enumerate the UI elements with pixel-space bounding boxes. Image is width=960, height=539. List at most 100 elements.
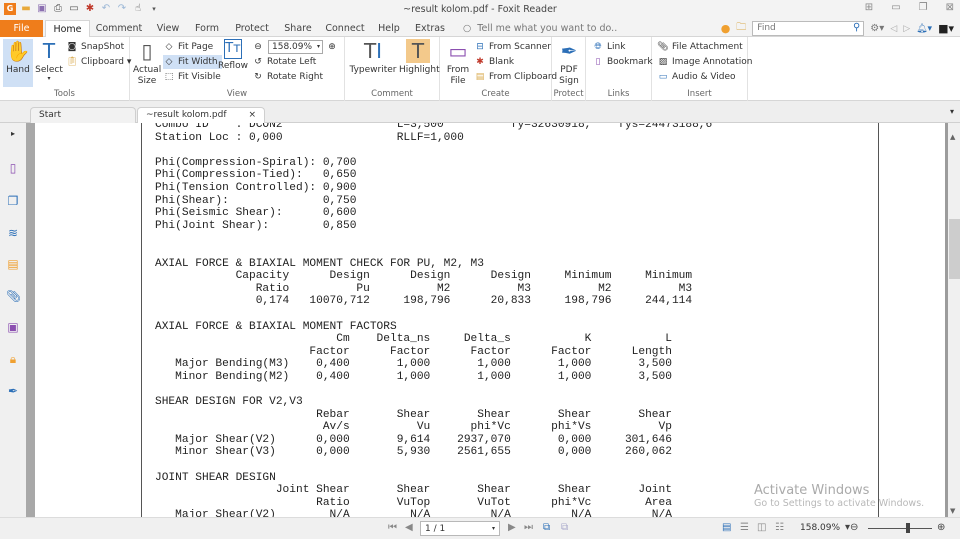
from-clipboard-button[interactable]: ▤ From Clipboard: [474, 70, 557, 84]
image-annotation-button[interactable]: ▨ Image Annotation: [657, 55, 753, 69]
panel-splitter[interactable]: [26, 123, 35, 517]
doc-tab-result-kolom[interactable]: ~result kolom.pdf ×: [137, 107, 265, 123]
reflow-icon: Tт: [224, 39, 242, 59]
previous-view-icon[interactable]: ⧉: [543, 522, 550, 534]
ribbon-tab-bar: File Home Comment View Form Protect Shar…: [0, 20, 960, 38]
bell-icon[interactable]: 🔔︎▾: [916, 24, 932, 34]
lightbulb-icon: ○: [463, 23, 472, 34]
zoom-level[interactable]: 158.09%: [800, 523, 840, 533]
snapshot-button[interactable]: ◙ SnapShot: [66, 40, 124, 54]
pdf-text-line: Factor Factor Factor Factor Length: [155, 345, 672, 358]
from-scanner-button[interactable]: ⊟ From Scanner: [474, 40, 551, 54]
tab-protect[interactable]: Protect: [230, 20, 274, 37]
tab-file[interactable]: File: [0, 20, 43, 37]
pdf-text-line: Phi(Joint Shear): 0,850: [155, 219, 357, 232]
sign-panel-icon[interactable]: ✒: [6, 384, 20, 398]
tell-me-search[interactable]: ○ Tell me what you want to do..: [463, 20, 617, 37]
facing-page-icon[interactable]: ◫: [757, 522, 766, 534]
image-icon: ▨: [658, 57, 668, 67]
restore-icon[interactable]: ❐: [919, 2, 928, 13]
group-view: ▯ Actual Size ◇ Fit Page ◇ Fit Width ⬚ Fit …: [130, 37, 345, 101]
minimize-icon[interactable]: ▭: [891, 2, 900, 13]
pdf-text-line: Cm Delta_ns Delta_s K L: [155, 333, 672, 346]
pdf-text-line: Rebar Shear Shear Shear Shear: [155, 408, 672, 421]
heart-icon[interactable]: ●: [721, 22, 731, 35]
search-icon[interactable]: ⚲: [853, 22, 860, 33]
close-tab-icon[interactable]: ×: [248, 108, 256, 123]
tab-connect[interactable]: Connect: [322, 20, 368, 37]
folder-search-icon[interactable]: 🗀: [736, 20, 746, 37]
continuous-page-icon[interactable]: ☰: [740, 522, 749, 534]
pdf-sign-button[interactable]: ✒ PDF Sign: [554, 39, 584, 87]
zoom-out-button[interactable]: ⊖: [252, 40, 267, 54]
hand-button[interactable]: ✋ Hand: [3, 39, 33, 87]
tab-list-dropdown-icon[interactable]: ▾: [950, 107, 954, 116]
window-title: ~result kolom.pdf - Foxit Reader: [403, 4, 557, 15]
reflow-button[interactable]: Tт Reflow: [218, 39, 248, 71]
tab-help[interactable]: Help: [374, 20, 404, 37]
comments-panel-icon[interactable]: ▤: [6, 257, 20, 271]
pages-panel-icon[interactable]: ❐: [6, 194, 20, 208]
link-button[interactable]: 🌐︎ Link: [592, 40, 625, 54]
signatures-panel-icon[interactable]: ▣: [6, 320, 20, 334]
bookmark-panel-icon[interactable]: ▯: [6, 161, 20, 175]
vertical-scrollbar[interactable]: ▲ ▼: [945, 123, 960, 517]
zoom-in-button[interactable]: ⊕: [326, 40, 341, 54]
attachment-icon: 📎︎: [657, 42, 669, 52]
select-button[interactable]: T Select ▾: [35, 39, 63, 82]
layers-panel-icon[interactable]: ≋: [6, 226, 20, 240]
zoom-slider-handle[interactable]: [905, 523, 910, 533]
file-attachment-button[interactable]: 📎︎ File Attachment: [657, 40, 742, 54]
tab-home[interactable]: Home: [45, 20, 90, 38]
scroll-up-icon[interactable]: ▲: [950, 133, 955, 141]
tab-form[interactable]: Form: [190, 20, 224, 37]
grid-icon[interactable]: ⊞: [865, 2, 873, 13]
zoom-select[interactable]: 158.09% ▾: [268, 40, 323, 54]
expand-panel-icon[interactable]: ▸: [6, 127, 20, 141]
doc-tab-start[interactable]: Start: [30, 107, 136, 123]
pdf-text-line: Phi(Compression-Spiral): 0,700: [155, 156, 357, 169]
zoom-slider-track[interactable]: [868, 528, 932, 529]
avatar-icon[interactable]: ■▾: [938, 22, 954, 35]
tab-share[interactable]: Share: [280, 20, 316, 37]
bookmark-button[interactable]: ▯ Bookmark: [592, 55, 653, 69]
find-input[interactable]: Find ⚲: [752, 21, 865, 36]
attachments-panel-icon[interactable]: 📎︎: [6, 289, 21, 303]
clipboard-button[interactable]: 📋︎ Clipboard ▾: [66, 55, 131, 69]
actual-size-button[interactable]: ▯ Actual Size: [133, 39, 161, 87]
first-page-icon[interactable]: ⏮: [388, 522, 397, 534]
continuous-facing-icon[interactable]: ☷: [775, 522, 784, 534]
gear-icon[interactable]: ⚙▾: [870, 23, 884, 34]
fit-page-button[interactable]: ◇ Fit Page: [163, 40, 214, 54]
close-icon[interactable]: ⊠: [946, 2, 954, 13]
next-page-icon[interactable]: ▶: [508, 522, 516, 534]
tab-extras[interactable]: Extras: [412, 20, 448, 37]
pdf-text-line: AXIAL FORCE & BIAXIAL MOMENT FACTORS: [155, 320, 397, 333]
scroll-thumb[interactable]: [949, 219, 960, 279]
next-view-icon[interactable]: ⧉: [561, 522, 568, 534]
zoom-in-icon[interactable]: ⊕: [937, 522, 945, 534]
pdf-text-line: Major Bending(M3) 0,400 1,000 1,000 1,00…: [155, 358, 672, 371]
highlight-button[interactable]: T Highlight: [399, 39, 440, 75]
scroll-down-icon[interactable]: ▼: [950, 507, 955, 515]
title-bar: G ▬ ▣ ⎙ ▭ ✱ ↶ ↷ ☝ ▾ ~result kolom.pdf - …: [0, 0, 960, 20]
previous-page-icon[interactable]: ◀: [405, 522, 413, 534]
rotate-left-button[interactable]: ↺ Rotate Left: [252, 55, 316, 69]
tab-comment[interactable]: Comment: [94, 20, 144, 37]
security-lock-icon[interactable]: 🔒︎: [6, 352, 20, 366]
fit-width-button[interactable]: ◇ Fit Width: [163, 55, 222, 69]
zoom-out-icon[interactable]: ▾⊖: [845, 522, 858, 534]
next-icon[interactable]: ▷: [903, 24, 910, 34]
from-file-button[interactable]: ▭ From File: [444, 39, 472, 87]
fit-visible-button[interactable]: ⬚ Fit Visible: [163, 70, 221, 84]
previous-icon[interactable]: ◁: [890, 24, 897, 34]
page-number-input[interactable]: 1 / 1 ▾: [420, 521, 500, 536]
last-page-icon[interactable]: ⏭: [524, 522, 533, 534]
pdf-text-line: 0,174 10070,712 198,796 20,833 198,796 2…: [155, 295, 693, 308]
single-page-icon[interactable]: ▤: [722, 522, 731, 534]
blank-button[interactable]: ✱ Blank: [474, 55, 514, 69]
rotate-right-button[interactable]: ↻ Rotate Right: [252, 70, 323, 84]
typewriter-button[interactable]: TI Typewriter: [349, 39, 397, 75]
tab-view[interactable]: View: [150, 20, 186, 37]
audio-video-button[interactable]: ▭ Audio & Video: [657, 70, 736, 84]
